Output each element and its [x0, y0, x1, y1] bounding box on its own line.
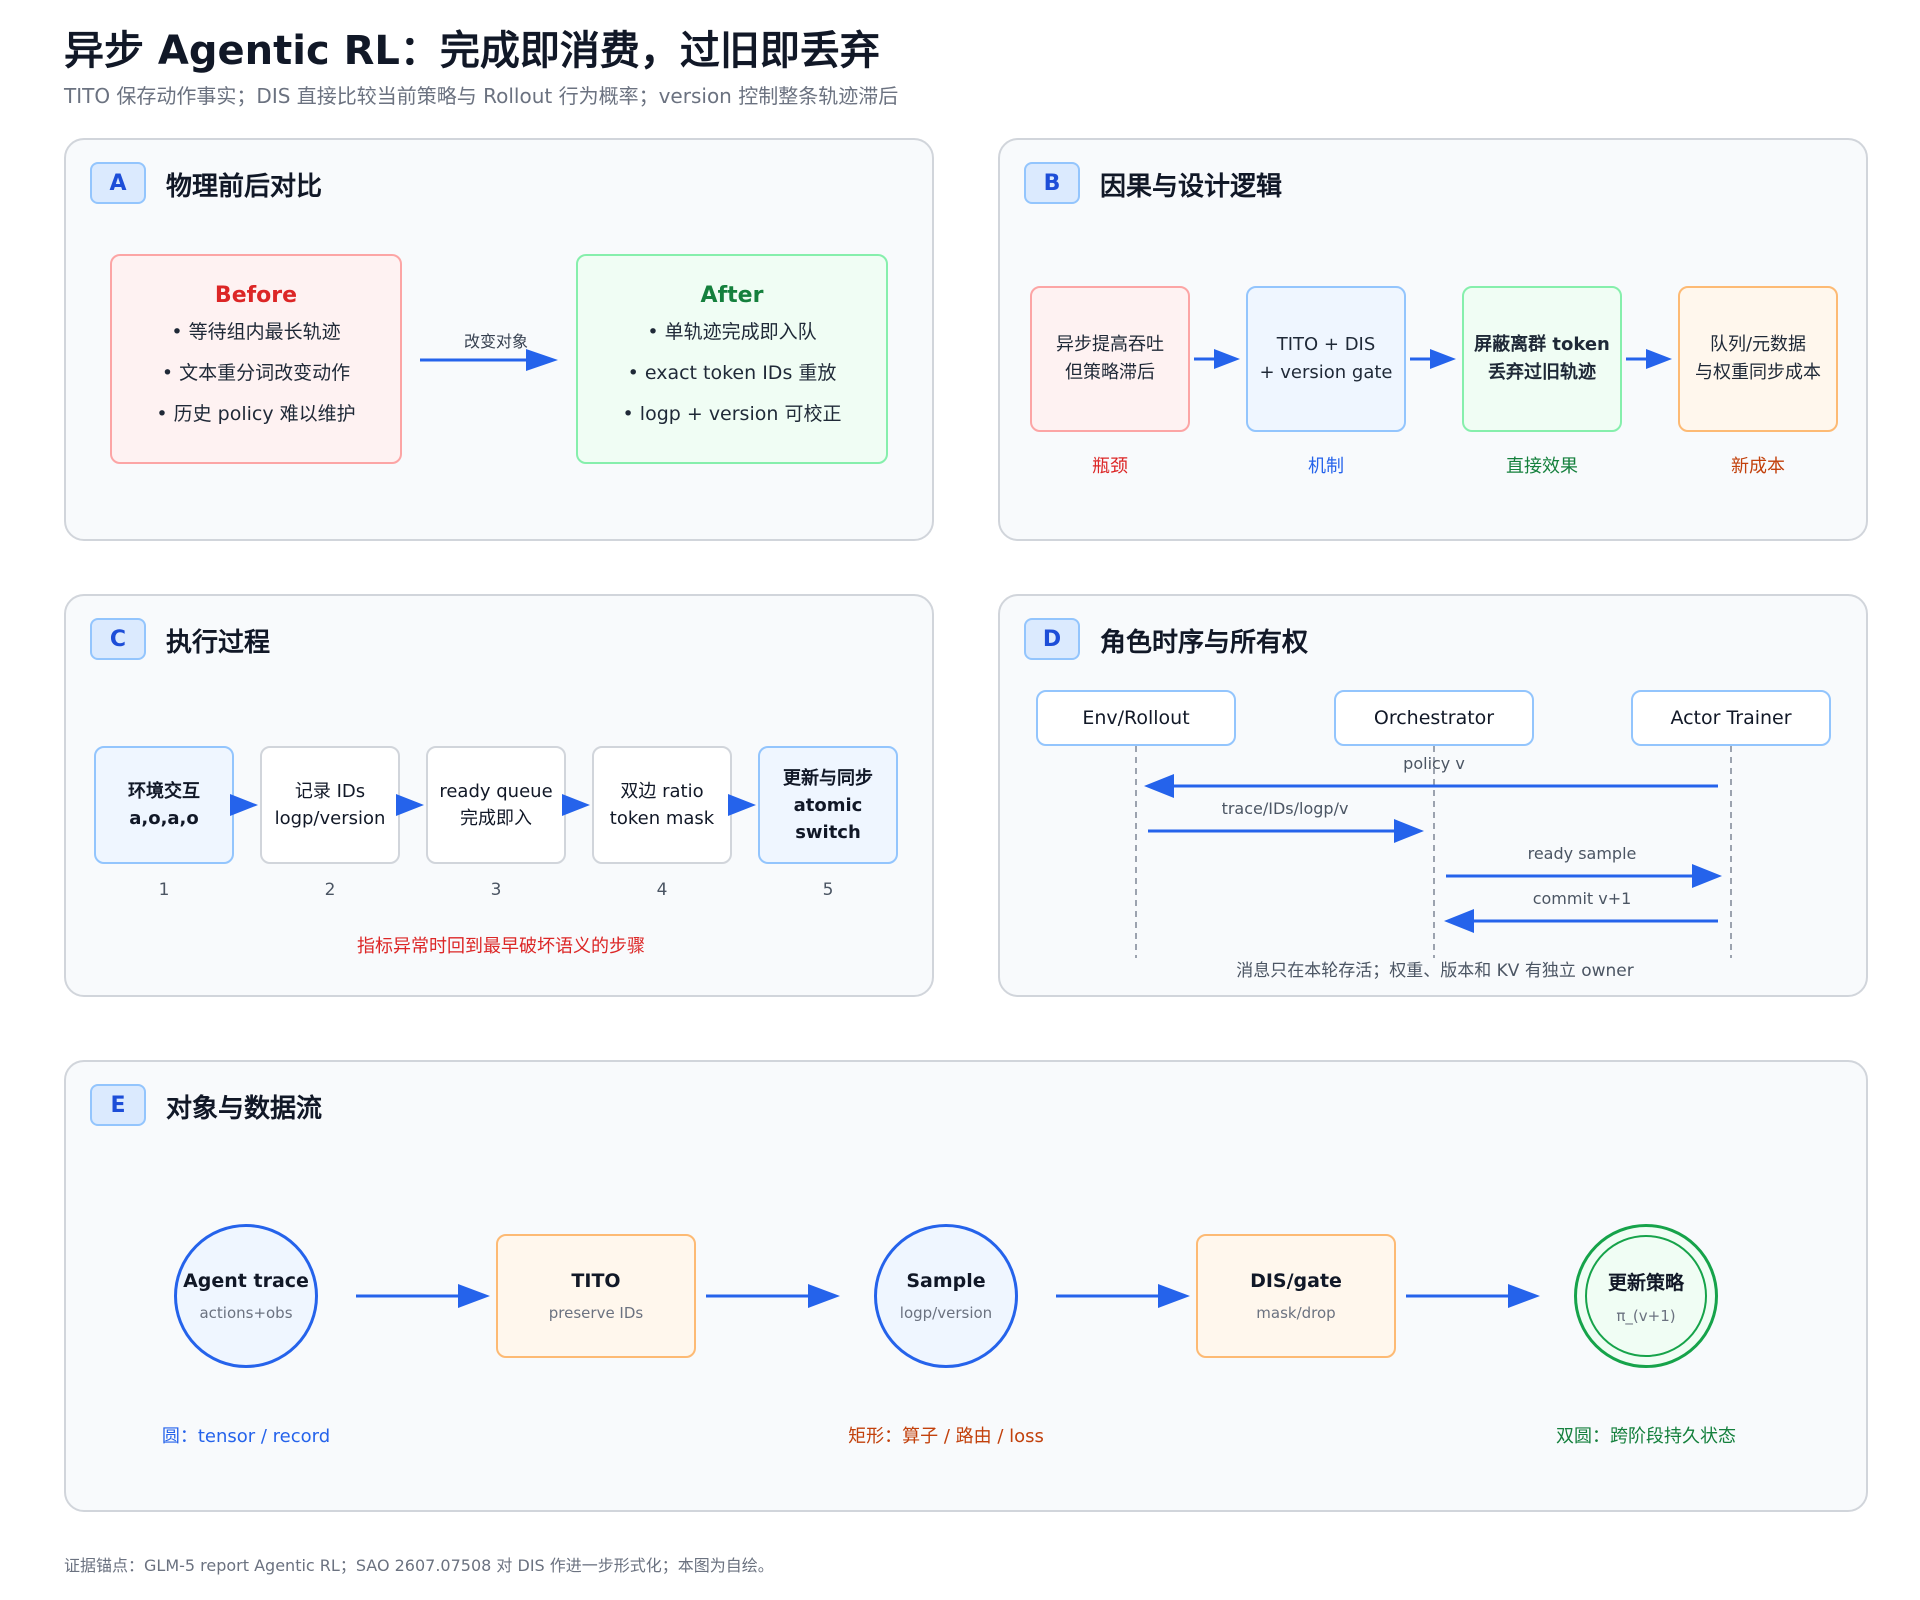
node-title: Sample	[906, 1270, 986, 1292]
node-title: 更新策略	[1607, 1271, 1684, 1294]
footer-note: 证据锚点：GLM-5 report Agentic RL；SAO 2607.07…	[64, 1556, 774, 1575]
node-sub: mask/drop	[1256, 1304, 1336, 1322]
after-item: • 单轨迹完成即入队	[647, 321, 817, 343]
causal-label: 机制	[1308, 456, 1344, 477]
node-inner-ring: 更新策略 π_(v+1)	[1585, 1235, 1707, 1357]
node-tito: TITO preserve IDs	[496, 1234, 696, 1358]
node-sub: π_(v+1)	[1616, 1306, 1676, 1325]
node-sub: logp/version	[899, 1304, 993, 1322]
causal-label: 直接效果	[1506, 456, 1578, 477]
step-number: 5	[822, 880, 834, 900]
exec-note: 指标异常时回到最早破坏语义的步骤	[357, 936, 645, 957]
panel-d: D 角色时序与所有权 Env/Rollout Orchestrator Acto…	[998, 594, 1868, 997]
node-sub: preserve IDs	[548, 1304, 644, 1322]
message-label: commit v+1	[1532, 889, 1632, 908]
actor-orchestrator: Orchestrator	[1334, 690, 1534, 746]
node-title: DIS/gate	[1250, 1270, 1342, 1292]
legend-rect: 矩形：算子 / 路由 / loss	[848, 1426, 1044, 1447]
causal-arrows	[1194, 349, 1672, 369]
after-item: • logp + version 可校正	[622, 403, 842, 425]
node-sub: actions+obs	[199, 1304, 293, 1322]
node-update-policy: 更新策略 π_(v+1)	[1574, 1224, 1718, 1368]
after-item: • exact token IDs 重放	[627, 362, 837, 384]
step-number: 4	[656, 880, 668, 900]
panel-a: A 物理前后对比 Before • 等待组内最长轨迹 • 文本重分词改变动作 •…	[64, 138, 934, 541]
after-box: After • 单轨迹完成即入队 • exact token IDs 重放 • …	[576, 254, 888, 464]
message-label: ready sample	[1527, 844, 1637, 863]
message-label: trace/IDs/logp/v	[1221, 799, 1349, 818]
panel-c: C 执行过程 环境交互 a,o,a,o 记录 IDs logp/version …	[64, 594, 934, 997]
legend-circle: 圆：tensor / record	[161, 1426, 331, 1447]
legend-double-circle: 双圆：跨阶段持久状态	[1556, 1426, 1736, 1447]
step-number: 1	[158, 880, 170, 900]
page-subtitle: TITO 保存动作事实；DIS 直接比较当前策略与 Rollout 行为概率；v…	[64, 84, 899, 108]
causal-label: 新成本	[1731, 456, 1785, 477]
actor-trainer: Actor Trainer	[1631, 690, 1831, 746]
panel-e: E 对象与数据流 Agent trace actions+obs TITO pr…	[64, 1060, 1868, 1512]
node-dis-gate: DIS/gate mask/drop	[1196, 1234, 1396, 1358]
message-label: policy v	[1403, 754, 1465, 773]
sequence-note: 消息只在本轮存活；权重、版本和 KV 有独立 owner	[1236, 961, 1634, 981]
step-number: 3	[490, 880, 502, 900]
sequence-lines	[1135, 746, 1732, 958]
actor-env-rollout: Env/Rollout	[1036, 690, 1236, 746]
node-sample: Sample logp/version	[874, 1224, 1018, 1368]
panel-b: B 因果与设计逻辑 异步提高吞吐 但策略滞后 TITO + DIS + vers…	[998, 138, 1868, 541]
page-title: 异步 Agentic RL：完成即消费，过旧即丢弃	[64, 28, 880, 74]
node-title: Agent trace	[183, 1270, 309, 1292]
step-number: 2	[324, 880, 336, 900]
node-agent-trace: Agent trace actions+obs	[174, 1224, 318, 1368]
node-title: TITO	[571, 1270, 621, 1292]
after-heading: After	[700, 283, 764, 308]
causal-label: 瓶颈	[1092, 456, 1128, 477]
